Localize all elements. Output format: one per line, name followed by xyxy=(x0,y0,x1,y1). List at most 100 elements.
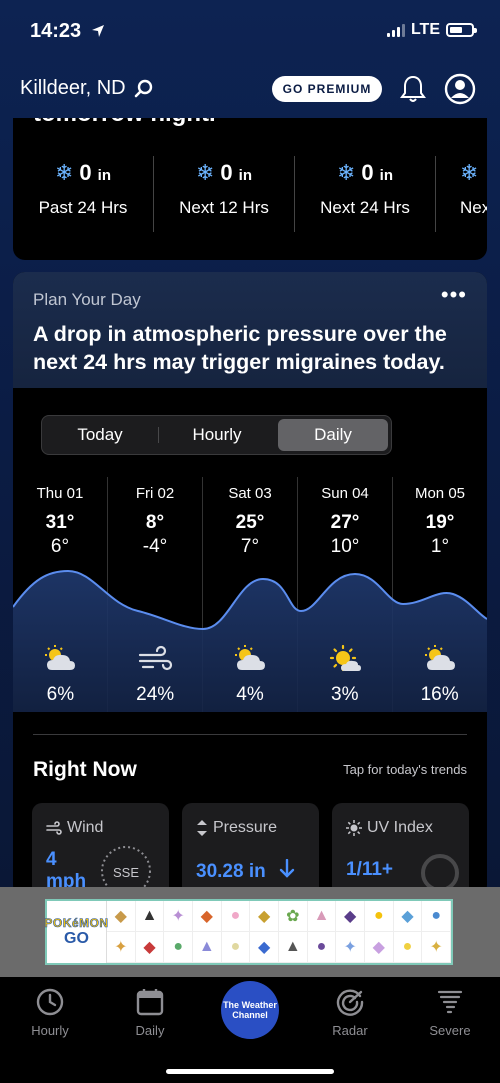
calendar-icon xyxy=(136,989,164,1016)
precip-amount: 0 xyxy=(79,160,92,185)
tab-radar-nav[interactable]: Radar xyxy=(310,987,390,1038)
precip-unit: in xyxy=(379,167,394,184)
pressure-label: Pressure xyxy=(213,819,278,836)
snowflake-icon: ❄ xyxy=(54,160,74,185)
precipitation-card[interactable]: tomorrow night. ❄0in Past 24 Hrs ❄0in Ne… xyxy=(13,118,487,260)
network-label: LTE xyxy=(410,21,440,38)
sun-small-icon xyxy=(346,820,362,836)
forecast-segmented-control: Today Hourly Daily xyxy=(41,415,392,455)
segment-divider xyxy=(158,427,159,443)
tab-severe-nav[interactable]: Severe xyxy=(410,987,490,1038)
todays-trends-link[interactable]: Tap for today's trends xyxy=(343,762,467,777)
precip-chance: 6% xyxy=(46,684,75,705)
day-name: Mon 05 xyxy=(414,485,466,502)
day-low: -4° xyxy=(142,536,168,557)
wind-tile-title: Wind xyxy=(46,819,103,837)
precip-item: ❄ Nex xyxy=(436,156,487,232)
snowflake-icon: ❄ xyxy=(460,160,479,185)
bottom-tab-bar: Hourly Daily The Weather Channel Radar S… xyxy=(0,977,500,1083)
precip-amount: 0 xyxy=(220,160,233,185)
uv-index-tile[interactable]: UV Index 1/11+ xyxy=(332,803,469,897)
home-indicator[interactable] xyxy=(166,1069,334,1074)
precip-unit: in xyxy=(238,167,253,184)
precip-label: Nex xyxy=(460,198,487,217)
day-conditions-row: 6% 24% 4% 3% 16% xyxy=(13,644,487,706)
day-condition: 24% xyxy=(108,645,203,706)
precip-item: ❄ 0 in Past 24 Hrs xyxy=(13,156,154,232)
location-arrow-icon xyxy=(91,25,104,37)
precip-unit: in xyxy=(97,167,112,184)
day-high: 25° xyxy=(235,512,265,533)
day-high: 8° xyxy=(145,512,165,533)
tab-hourly-label: Hourly xyxy=(31,1023,69,1038)
precip-label: Next 24 Hrs xyxy=(320,198,410,217)
notifications-bell-icon[interactable] xyxy=(400,74,426,109)
uv-value: 1/11+ xyxy=(346,859,394,880)
wind-speed: 4 xyxy=(46,849,57,870)
day-condition: 3% xyxy=(297,644,392,706)
day-condition: 16% xyxy=(392,645,487,706)
snowflake-icon: ❄ xyxy=(336,160,356,185)
day-high: 19° xyxy=(425,512,455,533)
day-high: 31° xyxy=(45,512,75,533)
radar-icon xyxy=(336,989,364,1016)
precip-row: ❄ 0 in Past 24 Hrs ❄ 0 in Next 12 Hrs ❄ 0 in N… xyxy=(13,156,487,232)
day-low: 7° xyxy=(240,536,260,557)
precip-chance: 16% xyxy=(420,684,459,705)
precip-chance: 24% xyxy=(136,684,175,705)
day-low: 10° xyxy=(330,536,360,557)
day-condition: 4% xyxy=(203,645,298,706)
tab-hourly-nav[interactable]: Hourly xyxy=(10,987,90,1038)
wind-tile[interactable]: Wind 4 mph SSE xyxy=(32,803,169,897)
snowflake-icon: ❄ xyxy=(195,160,215,185)
wind-direction: SSE xyxy=(113,865,139,880)
tab-hourly[interactable]: Hourly xyxy=(162,419,272,451)
tab-today[interactable]: Today xyxy=(45,419,155,451)
status-indicators: LTE xyxy=(386,21,477,39)
precip-chance: 4% xyxy=(236,684,264,705)
tab-daily-nav[interactable]: Daily xyxy=(110,987,190,1038)
more-options-icon[interactable]: ••• xyxy=(441,282,467,308)
wind-icon xyxy=(139,645,173,671)
day-high: 27° xyxy=(330,512,360,533)
pressure-tile[interactable]: Pressure 30.28 in xyxy=(182,803,319,897)
card-heading-partial: tomorrow night. xyxy=(33,118,216,128)
profile-avatar-icon[interactable] xyxy=(444,73,476,110)
tab-radar-label: Radar xyxy=(332,1023,368,1038)
tab-severe-label: Severe xyxy=(429,1023,471,1038)
wind-small-icon xyxy=(46,821,62,835)
plan-header: Plan Your Day ••• A drop in atmospheric … xyxy=(13,272,487,388)
pressure-value-row: 30.28 in xyxy=(196,858,295,883)
right-now-title: Right Now xyxy=(33,758,137,781)
pressure-value: 30.28 in xyxy=(196,861,266,882)
signal-icon xyxy=(386,23,405,37)
ad-character-grid: ◆ ▲ ✦ ◆ ● ◆ ✿ ▲ ◆ ● ◆ ● ✦ ◆ ● ▲ ● ◆ ▲ ● ✦ ◆ ● ✦ xyxy=(107,901,451,963)
plan-title: Plan Your Day xyxy=(33,290,141,309)
clock-icon xyxy=(36,988,64,1016)
ad-brand-sub: GO xyxy=(64,930,89,947)
precip-label: Past 24 Hrs xyxy=(38,198,128,217)
wind-label: Wind xyxy=(67,819,104,836)
tab-daily[interactable]: Daily xyxy=(278,419,388,451)
day-low: 6° xyxy=(50,536,70,557)
battery-icon xyxy=(446,23,477,37)
partly-cloudy-icon xyxy=(424,645,455,670)
sunny-icon xyxy=(329,644,361,672)
day-name: Fri 02 xyxy=(135,485,175,502)
tornado-icon xyxy=(437,990,463,1014)
status-time-text: 14:23 xyxy=(30,20,82,42)
go-premium-button[interactable]: GO PREMIUM xyxy=(272,76,382,102)
tab-daily-label: Daily xyxy=(135,1023,165,1038)
ad-banner[interactable]: POKéMON GO ◆ ▲ ✦ ◆ ● ◆ ✿ ▲ ◆ ● ◆ ● ✦ ◆ ● ▲ ● ◆ ▲ ● ✦ ◆ ● ✦ xyxy=(0,887,500,977)
section-divider xyxy=(33,734,467,735)
right-now-tiles: Wind 4 mph SSE Pressure 30.28 in UV Inde… xyxy=(32,803,469,897)
plan-your-day-card: Plan Your Day ••• A drop in atmospheric … xyxy=(13,272,487,897)
location-search[interactable]: Killdeer, ND xyxy=(20,77,154,100)
precip-item: ❄ 0 in Next 12 Hrs xyxy=(154,156,295,232)
plan-message: A drop in atmospheric pressure over the … xyxy=(33,322,447,374)
day-name: Thu 01 xyxy=(36,485,84,502)
partly-cloudy-icon xyxy=(234,645,265,670)
ad-creative[interactable]: POKéMON GO ◆ ▲ ✦ ◆ ● ◆ ✿ ▲ ◆ ● ◆ ● ✦ ◆ ● ▲ ● ◆ ▲ ● ✦ ◆ ● ✦ xyxy=(44,899,453,965)
weather-channel-home-button[interactable]: The Weather Channel xyxy=(221,981,279,1039)
pressure-tile-title: Pressure xyxy=(196,819,277,837)
